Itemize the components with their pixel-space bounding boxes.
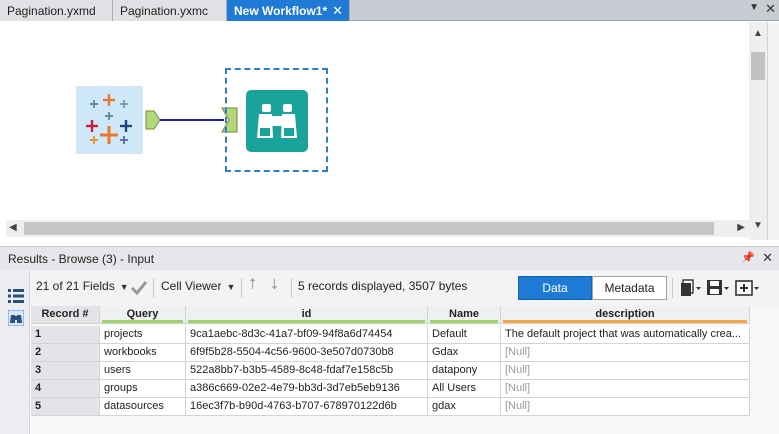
results-pane-title: Results - Browse (3) - Input	[8, 252, 155, 266]
description-cell[interactable]: [Null]	[501, 380, 750, 398]
tab-close-icon[interactable]: ✕	[332, 3, 343, 19]
id-cell[interactable]: a386c669-02e2-4e79-bb3d-3d7eb5eb9136	[186, 380, 428, 398]
toolbar-divider	[672, 278, 673, 298]
close-window-icon[interactable]: ✕	[765, 1, 776, 17]
canvas-horizontal-scrollbar[interactable]: ◀ ▶	[6, 220, 749, 237]
binoculars-icon	[257, 104, 297, 138]
scroll-left-icon[interactable]: ◀	[9, 222, 17, 233]
results-toolbar: 21 of 21 Fields ▼ Cell Viewer ▼ ⭡ ⭣ 5 reco…	[0, 270, 779, 306]
record-number-cell: 2	[31, 344, 100, 362]
column-header-name[interactable]: Name	[428, 306, 501, 324]
results-side-rail	[0, 270, 30, 434]
tableau-input-tool[interactable]	[76, 86, 143, 154]
toolbar-divider	[241, 278, 242, 298]
column-header-record[interactable]: Record #	[31, 306, 100, 324]
add-tool-icon[interactable]	[735, 279, 761, 297]
fields-selector-label: 21 of 21 Fields	[36, 279, 115, 293]
name-cell[interactable]: All Users	[428, 380, 501, 398]
toolbar-divider	[153, 278, 154, 298]
tab-list-chevron-down-icon[interactable]: ▼	[749, 2, 759, 13]
cell-viewer-selector[interactable]: Cell Viewer ▼	[161, 279, 235, 293]
scroll-thumb[interactable]	[751, 52, 765, 80]
query-cell[interactable]: datasources	[100, 398, 186, 416]
id-cell[interactable]: 522a8bb7-b3b5-4589-8c48-fdaf7e158c5b	[186, 362, 428, 380]
tab-label: Pagination.yxmc	[120, 3, 209, 18]
id-cell[interactable]: 6f9f5b28-5504-4c56-9600-3e507d0730b8	[186, 344, 428, 362]
description-cell[interactable]: [Null]	[501, 398, 750, 416]
tab-pagination-yxmc[interactable]: Pagination.yxmc	[113, 0, 227, 21]
id-cell[interactable]: 16ec3f7b-b90d-4763-b707-678970122d6b	[186, 398, 428, 416]
data-tab-button[interactable]: Data	[518, 276, 592, 300]
metadata-tab-button[interactable]: Metadata	[592, 276, 667, 300]
record-number-cell: 4	[31, 380, 100, 398]
save-icon[interactable]	[706, 279, 730, 297]
name-cell[interactable]: datapony	[428, 362, 501, 380]
browse-tool[interactable]	[246, 90, 308, 152]
name-cell[interactable]: Gdax	[428, 344, 501, 362]
scroll-up-icon[interactable]: ▲	[753, 28, 763, 39]
tab-label: New Workflow1*	[234, 3, 328, 18]
arrow-up-icon[interactable]: ⭡	[249, 276, 256, 293]
scroll-right-icon[interactable]: ▶	[737, 222, 745, 233]
copy-icon[interactable]	[680, 279, 702, 297]
records-status: 5 records displayed, 3507 bytes	[298, 279, 468, 293]
name-cell[interactable]: gdax	[428, 398, 501, 416]
pin-icon[interactable]: 📌	[741, 251, 755, 264]
side-panel-edge	[767, 22, 779, 240]
output-anchor-icon	[145, 110, 161, 130]
column-header-query[interactable]: Query	[100, 306, 186, 324]
results-data-grid: Record # Query id Name description 1 pro…	[31, 306, 779, 434]
scroll-thumb[interactable]	[24, 222, 714, 235]
arrow-down-icon[interactable]: ⭣	[271, 276, 278, 293]
description-cell[interactable]: [Null]	[501, 344, 750, 362]
query-cell[interactable]: projects	[100, 326, 186, 344]
record-number-cell: 3	[31, 362, 100, 380]
tab-new-workflow[interactable]: New Workflow1* ✕	[227, 0, 350, 21]
name-cell[interactable]: Default	[428, 326, 501, 344]
tableau-logo-icon	[86, 94, 132, 144]
toolbar-divider	[291, 278, 292, 298]
chevron-down-icon: ▼	[226, 282, 236, 292]
id-cell[interactable]: 9ca1aebc-8d3c-41a7-bf09-94f8a6d74454	[186, 326, 428, 344]
record-number-cell: 1	[31, 326, 100, 344]
tab-pagination-yxmd[interactable]: Pagination.yxmd	[0, 0, 113, 21]
description-cell[interactable]: The default project that was automatical…	[501, 326, 750, 344]
column-header-description[interactable]: description	[501, 306, 750, 324]
column-header-id[interactable]: id	[186, 306, 428, 324]
query-cell[interactable]: workbooks	[100, 344, 186, 362]
record-number-cell: 5	[31, 398, 100, 416]
cell-viewer-label: Cell Viewer	[161, 279, 222, 293]
canvas-vertical-scrollbar[interactable]: ▲ ▼	[749, 22, 767, 240]
scroll-down-icon[interactable]: ▼	[753, 220, 763, 231]
checkmark-icon[interactable]	[130, 280, 148, 296]
results-pane-header: Results - Browse (3) - Input 📌 ✕	[0, 246, 779, 270]
query-cell[interactable]: groups	[100, 380, 186, 398]
workflow-canvas[interactable]: ▲ ▼ ◀ ▶	[0, 22, 779, 240]
description-cell[interactable]: [Null]	[501, 362, 750, 380]
tab-label: Pagination.yxmd	[7, 3, 96, 18]
document-tab-bar: Pagination.yxmd Pagination.yxmc New Work…	[0, 0, 779, 21]
fields-selector[interactable]: 21 of 21 Fields ▼	[36, 279, 129, 293]
close-icon[interactable]: ✕	[762, 250, 773, 266]
list-view-icon[interactable]	[8, 288, 24, 304]
browse-binoculars-icon[interactable]	[8, 310, 24, 326]
chevron-down-icon: ▼	[119, 282, 129, 292]
query-cell[interactable]: users	[100, 362, 186, 380]
